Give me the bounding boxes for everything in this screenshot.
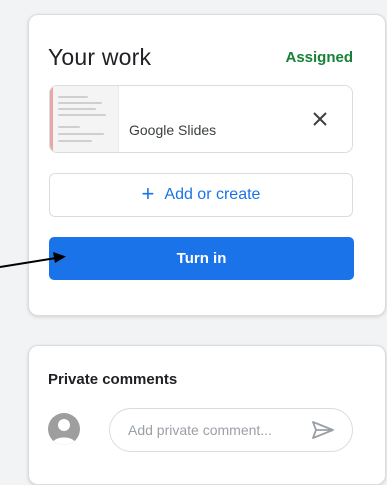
attachment-thumbnail xyxy=(50,86,119,152)
plus-icon: + xyxy=(141,181,155,206)
private-comments-card: Private comments xyxy=(28,345,386,485)
attachment-label: Google Slides xyxy=(129,122,217,138)
add-or-create-button[interactable]: + Add or create xyxy=(49,173,353,217)
add-or-create-label: Add or create xyxy=(164,186,261,203)
send-icon xyxy=(312,421,334,439)
remove-attachment-button[interactable] xyxy=(307,106,333,132)
avatar xyxy=(48,413,80,445)
attachment-card[interactable]: Google Slides xyxy=(49,85,353,153)
turn-in-label: Turn in xyxy=(176,250,227,267)
status-label: Assigned xyxy=(285,49,353,66)
send-button[interactable] xyxy=(311,420,335,440)
person-icon xyxy=(52,419,76,445)
your-work-card: Your work Assigned Google Slides + Add o… xyxy=(28,14,386,316)
pointer-arrow-icon xyxy=(0,252,66,268)
turn-in-button[interactable]: Turn in xyxy=(49,237,354,280)
private-comments-title: Private comments xyxy=(48,371,178,388)
close-icon xyxy=(313,112,327,126)
your-work-title: Your work xyxy=(48,44,152,70)
